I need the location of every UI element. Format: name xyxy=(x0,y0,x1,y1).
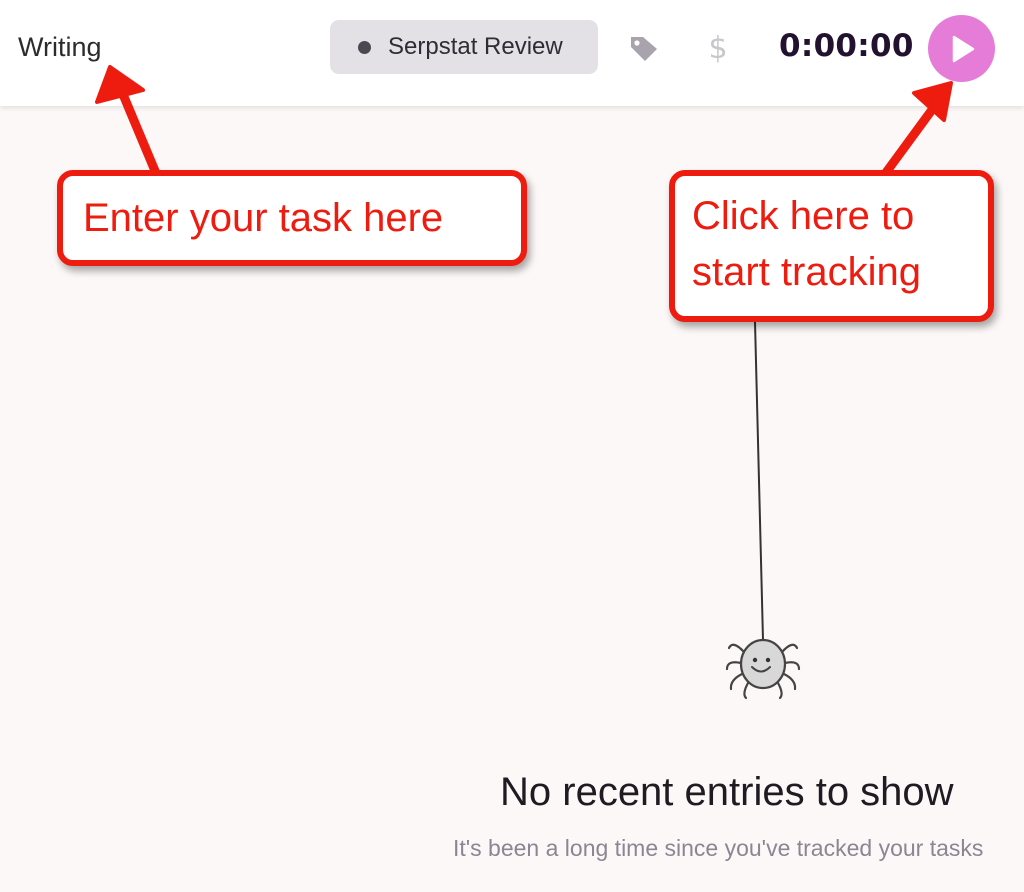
start-callout-line1: Click here to xyxy=(692,194,915,238)
start-callout: Click here to start tracking xyxy=(669,170,994,322)
tag-icon xyxy=(631,37,657,61)
dollar-icon: $ xyxy=(708,30,728,66)
start-timer-button[interactable] xyxy=(928,15,995,82)
timer-display: 0:00:00 xyxy=(779,28,914,64)
project-name: Serpstat Review xyxy=(388,33,563,60)
tag-button[interactable] xyxy=(624,30,664,66)
timer-bar: Serpstat Review $ 0:00:00 xyxy=(0,0,1024,106)
start-callout-line2: start tracking xyxy=(692,250,921,294)
spider-icon xyxy=(725,638,801,700)
project-color-dot xyxy=(358,40,371,54)
project-selector[interactable]: Serpstat Review xyxy=(330,20,598,74)
task-callout: Enter your task here xyxy=(57,170,527,266)
task-callout-text: Enter your task here xyxy=(83,196,444,240)
task-description-input[interactable] xyxy=(18,25,318,69)
billable-button[interactable]: $ xyxy=(700,28,736,68)
play-icon xyxy=(952,35,974,62)
empty-state-illustration xyxy=(725,321,801,700)
